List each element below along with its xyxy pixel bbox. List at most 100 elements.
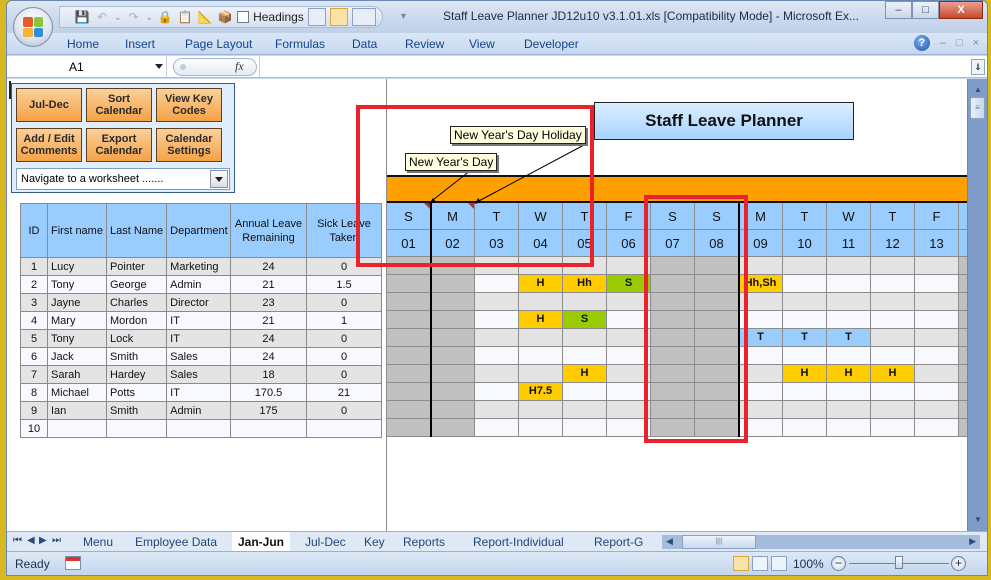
calendar-cell[interactable] <box>387 275 431 293</box>
normal-view-button[interactable] <box>329 8 348 26</box>
calendar-cell[interactable] <box>695 257 739 275</box>
employee-id[interactable]: 9 <box>20 401 48 420</box>
workbook-restore-button[interactable]: □ <box>956 37 963 49</box>
calendar-cell[interactable] <box>475 347 519 365</box>
calendar-cell[interactable] <box>827 293 871 311</box>
tab-data[interactable]: Data <box>352 37 377 51</box>
employee-department[interactable]: IT <box>166 383 232 402</box>
calendar-cell[interactable] <box>607 383 651 401</box>
employee-last-name[interactable]: Smith <box>105 347 168 366</box>
zoom-slider-thumb[interactable] <box>895 556 903 569</box>
next-sheet-icon[interactable]: ▶ <box>39 535 47 546</box>
sick-leave-taken[interactable]: 0 <box>306 293 382 312</box>
employee-first-name[interactable]: Tony <box>47 275 107 294</box>
leave-entry-holiday[interactable]: H <box>519 311 563 329</box>
calendar-cell[interactable] <box>739 311 783 329</box>
leave-entry-training[interactable]: T <box>739 329 783 347</box>
calendar-cell[interactable] <box>563 401 607 419</box>
employee-department[interactable]: IT <box>166 329 232 348</box>
sheet-tab-menu[interactable]: Menu <box>83 532 113 551</box>
design-mode-icon[interactable]: 📐 <box>197 9 213 25</box>
calendar-cell[interactable] <box>651 293 695 311</box>
employee-first-name[interactable]: Sarah <box>47 365 107 384</box>
calendar-cell[interactable] <box>651 419 695 437</box>
navigate-worksheet-select[interactable]: Navigate to a worksheet ....... <box>16 168 230 190</box>
calendar-cell[interactable] <box>827 257 871 275</box>
calendar-cell[interactable] <box>871 329 915 347</box>
calendar-cell[interactable] <box>915 311 959 329</box>
calendar-cell[interactable] <box>959 329 967 347</box>
sick-leave-taken[interactable]: 0 <box>306 329 382 348</box>
tab-formulas[interactable]: Formulas <box>275 37 325 51</box>
calendar-cell[interactable] <box>651 329 695 347</box>
leave-entry-holiday[interactable]: Hh <box>563 275 607 293</box>
calendar-cell[interactable] <box>651 365 695 383</box>
employee-last-name[interactable]: Hardey <box>105 365 168 384</box>
calendar-cell[interactable] <box>563 329 607 347</box>
redo-dropdown-icon[interactable]: ⌄ <box>146 12 154 23</box>
sick-leave-taken[interactable]: 0 <box>306 365 382 384</box>
tab-view[interactable]: View <box>469 37 495 51</box>
add-edit-comments-button[interactable]: Add / Edit Comments <box>16 128 82 162</box>
calendar-cell[interactable] <box>739 383 783 401</box>
calendar-cell[interactable] <box>475 293 519 311</box>
employee-id[interactable]: 4 <box>20 311 48 330</box>
annual-leave-remaining[interactable]: 170.5 <box>230 383 307 402</box>
sick-leave-taken[interactable]: 1 <box>306 311 382 330</box>
comment-indicator-icon[interactable] <box>468 203 474 209</box>
sheet-tab-report-g[interactable]: Report-G <box>594 532 646 551</box>
calendar-cell[interactable] <box>607 365 651 383</box>
calendar-cell[interactable] <box>783 257 827 275</box>
page-layout-view-icon[interactable] <box>752 556 768 571</box>
employee-first-name[interactable]: Jack <box>47 347 107 366</box>
chevron-down-icon[interactable] <box>210 170 228 188</box>
calendar-cell[interactable] <box>475 257 519 275</box>
calendar-cell[interactable] <box>563 419 607 437</box>
employee-first-name[interactable]: Lucy <box>47 257 107 276</box>
undo-dropdown-icon[interactable]: ⌄ <box>114 12 122 23</box>
calendar-cell[interactable] <box>695 419 739 437</box>
calendar-cell[interactable] <box>607 257 651 275</box>
employee-first-name[interactable]: Ian <box>47 401 107 420</box>
horizontal-scrollbar[interactable]: ◀ |||| ▶ <box>662 535 980 549</box>
calendar-cell[interactable] <box>827 401 871 419</box>
scroll-right-icon[interactable]: ▶ <box>969 536 976 547</box>
employee-id[interactable]: 3 <box>20 293 48 312</box>
calendar-cell[interactable] <box>563 347 607 365</box>
calendar-cell[interactable] <box>431 419 475 437</box>
prev-sheet-icon[interactable]: ◀ <box>27 535 35 546</box>
calendar-cell[interactable] <box>475 401 519 419</box>
calendar-cell[interactable] <box>607 419 651 437</box>
formula-input[interactable] <box>259 56 967 78</box>
calendar-cell[interactable] <box>959 275 967 293</box>
calendar-cell[interactable] <box>607 311 651 329</box>
annual-leave-remaining[interactable]: 21 <box>230 311 307 330</box>
calendar-cell[interactable] <box>915 347 959 365</box>
page-break-view-icon[interactable] <box>771 556 787 571</box>
employee-last-name[interactable]: Mordon <box>105 311 168 330</box>
calendar-cell[interactable] <box>871 347 915 365</box>
calendar-cell[interactable] <box>431 275 475 293</box>
calendar-cell[interactable] <box>651 401 695 419</box>
calendar-cell[interactable] <box>651 257 695 275</box>
employee-id[interactable]: 6 <box>20 347 48 366</box>
calendar-cell[interactable] <box>827 383 871 401</box>
record-macro-icon[interactable] <box>65 556 81 570</box>
calendar-cell[interactable] <box>387 401 431 419</box>
employee-id[interactable]: 1 <box>20 257 48 276</box>
normal-view-icon[interactable] <box>733 556 749 571</box>
save-icon[interactable]: 💾 <box>74 9 90 25</box>
calendar-cell[interactable] <box>563 293 607 311</box>
calendar-cell[interactable] <box>475 419 519 437</box>
leave-entry-holiday[interactable]: H <box>563 365 607 383</box>
name-box-dropdown-icon[interactable] <box>155 64 163 69</box>
employee-last-name[interactable]: Lock <box>105 329 168 348</box>
employee-id[interactable]: 10 <box>20 419 48 438</box>
leave-entry-sick[interactable]: S <box>563 311 607 329</box>
vertical-scroll-thumb[interactable]: ≡ <box>970 97 985 119</box>
tab-developer[interactable]: Developer <box>524 37 579 51</box>
undo-icon[interactable]: ↶ <box>94 9 110 25</box>
calendar-cell[interactable] <box>475 383 519 401</box>
leave-entry-training[interactable]: T <box>783 329 827 347</box>
leave-entry-holiday[interactable]: H <box>519 275 563 293</box>
